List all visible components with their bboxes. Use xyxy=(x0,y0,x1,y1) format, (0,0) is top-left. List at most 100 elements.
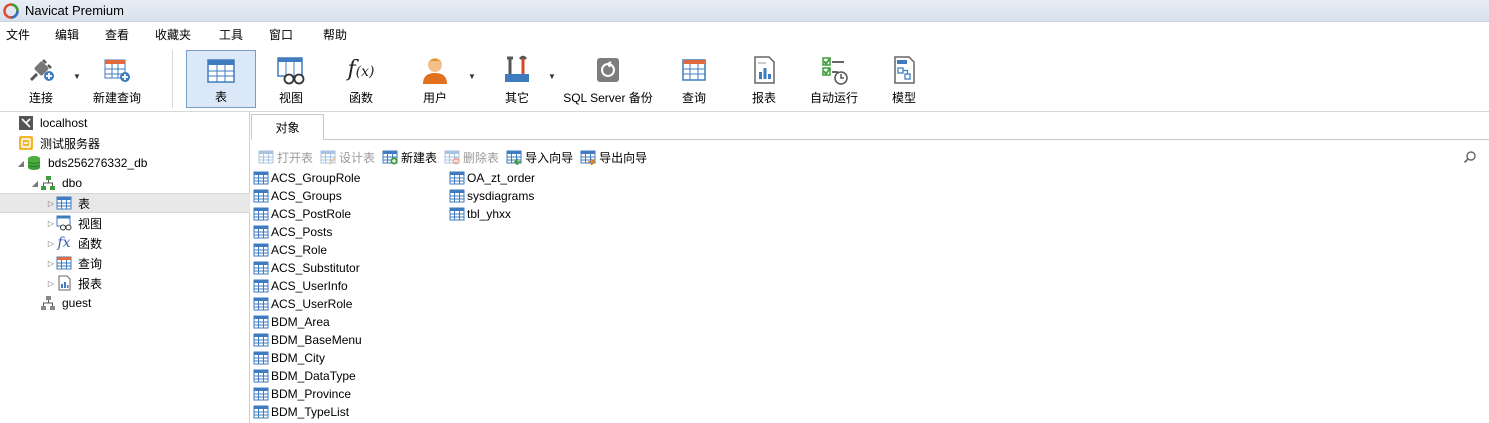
tree-item-queries[interactable]: ▷ 查询 xyxy=(0,253,250,273)
tree-item-schema-guest[interactable]: guest xyxy=(0,293,250,313)
export-wizard-label: 导出向导 xyxy=(599,150,648,165)
table-name: ACS_PostRole xyxy=(271,207,352,221)
table-button[interactable]: 表 xyxy=(186,50,256,108)
menu-favorites[interactable]: 收藏夹 xyxy=(155,26,191,43)
open-table-button[interactable]: 打开表 xyxy=(258,149,313,166)
report-icon xyxy=(58,275,71,291)
table-label: 表 xyxy=(214,90,227,104)
new-table-label: 新建表 xyxy=(401,150,438,165)
delete-table-button[interactable]: 删除表 xyxy=(444,149,499,166)
report-button[interactable]: 报表 xyxy=(736,50,792,108)
table-icon xyxy=(253,260,269,276)
table-item[interactable]: ACS_GroupRole xyxy=(253,169,360,187)
tree-item-reports[interactable]: ▷ 报表 xyxy=(0,273,250,293)
table-item[interactable]: BDM_TypeList xyxy=(253,403,349,421)
table-item[interactable]: ACS_Groups xyxy=(253,187,342,205)
delete-table-icon xyxy=(444,149,460,165)
user-dropdown-icon[interactable]: ▼ xyxy=(468,72,476,81)
table-name: ACS_Substitutor xyxy=(271,261,360,275)
tree-item-tables[interactable]: ▷ 表 xyxy=(0,193,250,213)
table-item[interactable]: ACS_Posts xyxy=(253,223,332,241)
automation-button[interactable]: 自动运行 xyxy=(804,50,864,108)
user-label: 用户 xyxy=(422,91,447,105)
new-query-button[interactable]: 新建查询 xyxy=(88,50,146,108)
open-table-label: 打开表 xyxy=(277,150,314,165)
menu-view[interactable]: 查看 xyxy=(105,26,129,43)
menu-tools[interactable]: 工具 xyxy=(219,26,243,43)
menu-window[interactable]: 窗口 xyxy=(269,26,293,43)
new-table-button[interactable]: 新建表 xyxy=(382,149,437,166)
table-item[interactable]: BDM_City xyxy=(253,349,325,367)
plug-icon xyxy=(29,59,54,82)
tree-item-views[interactable]: ▷ 视图 xyxy=(0,213,250,233)
table-item[interactable]: ACS_Role xyxy=(253,241,327,259)
tab-objects[interactable]: 对象 xyxy=(251,114,324,140)
collapsed-arrow-icon[interactable]: ▷ xyxy=(46,279,56,288)
view-icon xyxy=(277,57,305,85)
table-name: ACS_UserRole xyxy=(271,297,353,311)
import-wizard-button[interactable]: 导入向导 xyxy=(506,149,573,166)
expanded-arrow-icon[interactable]: ◢ xyxy=(16,159,26,168)
table-item[interactable]: ACS_UserInfo xyxy=(253,277,348,295)
table-item[interactable]: OA_zt_order xyxy=(449,169,535,187)
view-icon xyxy=(56,215,72,231)
model-icon xyxy=(894,56,915,84)
table-icon xyxy=(253,296,269,312)
tree-item-database[interactable]: ◢ bds256276332_db xyxy=(0,153,250,173)
sql-server-backup-button[interactable]: SQL Server 备份 xyxy=(560,50,656,108)
tree-label: 查询 xyxy=(78,256,103,271)
table-icon xyxy=(56,195,72,211)
tree-label: guest xyxy=(62,296,92,310)
menu-edit[interactable]: 编辑 xyxy=(55,26,79,43)
collapsed-arrow-icon[interactable]: ▷ xyxy=(46,219,56,228)
collapsed-arrow-icon[interactable]: ▷ xyxy=(46,259,56,268)
user-icon xyxy=(423,58,447,84)
table-item[interactable]: BDM_Area xyxy=(253,313,330,331)
other-dropdown-icon[interactable]: ▼ xyxy=(548,72,556,81)
tree-item-functions[interactable]: ▷ fx 函数 xyxy=(0,233,250,253)
table-icon xyxy=(449,188,465,204)
table-item[interactable]: ACS_PostRole xyxy=(253,205,351,223)
query-button[interactable]: 查询 xyxy=(666,50,722,108)
database-icon xyxy=(27,156,41,170)
design-table-icon xyxy=(320,149,336,165)
connect-button[interactable]: 连接 xyxy=(14,50,68,108)
table-item[interactable]: tbl_yhxx xyxy=(449,205,511,223)
collapsed-arrow-icon[interactable]: ▷ xyxy=(46,199,56,208)
menu-help[interactable]: 帮助 xyxy=(323,26,347,43)
view-button[interactable]: 视图 xyxy=(262,50,320,108)
navicat-logo-icon xyxy=(3,2,19,19)
table-item[interactable]: ACS_UserRole xyxy=(253,295,352,313)
tree-item-test-server[interactable]: 测试服务器 xyxy=(0,133,250,153)
server-group-icon xyxy=(19,136,33,150)
table-item[interactable]: sysdiagrams xyxy=(449,187,534,205)
function-button[interactable]: f(x) 函数 xyxy=(332,50,390,108)
model-button[interactable]: 模型 xyxy=(876,50,932,108)
user-button[interactable]: 用户 xyxy=(406,50,464,108)
connect-dropdown-icon[interactable]: ▼ xyxy=(73,72,81,81)
export-wizard-button[interactable]: 导出向导 xyxy=(580,149,647,166)
table-item[interactable]: BDM_Province xyxy=(253,385,351,403)
search-icon[interactable] xyxy=(1463,150,1477,164)
table-item[interactable]: ACS_Substitutor xyxy=(253,259,360,277)
tree-item-localhost[interactable]: localhost xyxy=(0,113,250,133)
design-table-button[interactable]: 设计表 xyxy=(320,149,375,166)
other-button[interactable]: 其它 xyxy=(490,50,544,108)
table-name: BDM_TypeList xyxy=(271,405,350,419)
menu-file[interactable]: 文件 xyxy=(6,26,30,43)
automation-icon xyxy=(822,57,848,85)
collapsed-arrow-icon[interactable]: ▷ xyxy=(46,239,56,248)
connection-tree: localhost 测试服务器 ◢ bds256276332_db ◢ dbo … xyxy=(0,112,250,423)
new-table-icon xyxy=(382,149,398,165)
expanded-arrow-icon[interactable]: ◢ xyxy=(30,179,40,188)
table-name: BDM_DataType xyxy=(271,369,356,383)
table-name: ACS_Groups xyxy=(271,189,342,203)
tree-item-schema-dbo[interactable]: ◢ dbo xyxy=(0,173,250,193)
table-item[interactable]: BDM_DataType xyxy=(253,367,356,385)
table-item[interactable]: BDM_BaseMenu xyxy=(253,331,362,349)
window-title: Navicat Premium xyxy=(25,3,124,18)
table-name: BDM_Area xyxy=(271,315,330,329)
new-query-icon xyxy=(104,59,130,82)
table-icon xyxy=(449,206,465,222)
table-icon xyxy=(253,188,269,204)
